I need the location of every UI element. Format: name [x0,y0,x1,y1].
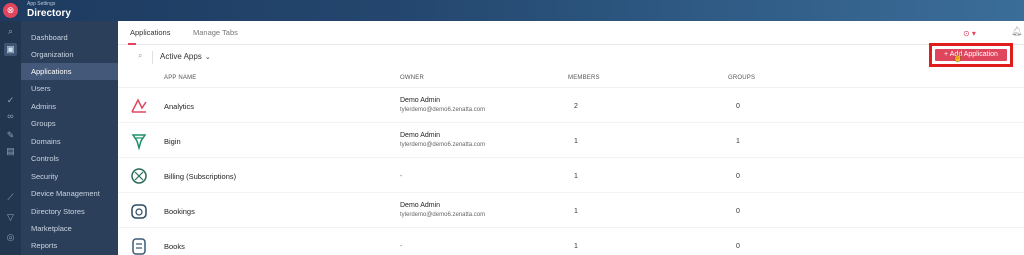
app-root: ⊗ App Settings Directory ⌕ ▣ ✓ ∞ ✎ ▤ ⟋ ▽… [0,0,1024,255]
apps-icon[interactable]: ▣ [4,43,17,56]
sidebar-item-dashboard[interactable]: Dashboard [21,29,118,46]
sidebar-item-applications[interactable]: Applications [21,63,118,80]
document-icon[interactable]: ✎ [4,129,17,142]
hand-cursor-icon: ☝ [953,53,963,62]
owner-name: Demo Admin [400,97,441,104]
sidebar-item-users[interactable]: Users [21,80,118,97]
groups-count: 0 [736,243,740,250]
table-header: APP NAME OWNER MEMBERS GROUPS [118,70,1024,88]
chevron-down-icon: ⌄ [204,54,211,61]
groups-count: 0 [736,208,740,215]
sidebar-item-marketplace[interactable]: Marketplace [21,220,118,237]
billing-icon [131,168,147,184]
link-icon[interactable]: ∞ [4,110,17,123]
table-row[interactable]: Bigin Demo Admin tylerdemo@demo6.zenatta… [118,123,1024,158]
main-panel: Applications Manage Tabs ⊙ ▾ 🔔︎ ⌕ Active… [118,21,1024,255]
owner-email: tylerdemo@demo6.zenatta.com [400,212,486,218]
sidebar-item-security[interactable]: Security [21,168,118,185]
sidebar-item-domains[interactable]: Domains [21,133,118,150]
filter-bar: ⌕ Active Apps ⌄ [118,45,1024,70]
members-count: 1 [574,208,578,215]
analytics-icon [131,98,147,113]
sidebar: Dashboard Organization Applications User… [21,21,118,255]
table-row[interactable]: Bookings Demo Admin tylerdemo@demo6.zena… [118,193,1024,228]
col-app-name: APP NAME [164,75,197,81]
col-groups: GROUPS [728,75,756,81]
icon-rail: ⌕ ▣ ✓ ∞ ✎ ▤ ⟋ ▽ ◎ [0,21,21,255]
add-application-button[interactable]: + Add Application [935,49,1007,61]
owner-name: Demo Admin [400,132,441,139]
active-apps-dropdown[interactable]: Active Apps ⌄ [160,52,211,61]
search-icon[interactable]: ⌕ [138,51,148,61]
members-count: 2 [574,103,578,110]
col-members: MEMBERS [568,75,600,81]
members-count: 1 [574,138,578,145]
sidebar-item-directory-stores[interactable]: Directory Stores [21,203,118,220]
sidebar-item-controls[interactable]: Controls [21,150,118,167]
top-banner: ⊗ App Settings Directory [0,0,1024,21]
bell-icon[interactable]: 🔔︎ [1011,26,1023,38]
members-count: 1 [574,243,578,250]
search-icon[interactable]: ⌕ [4,25,17,38]
col-owner: OWNER [400,75,424,81]
filter-divider [152,51,153,64]
tab-manage-tabs[interactable]: Manage Tabs [193,28,238,37]
table-row[interactable]: Billing (Subscriptions) - 1 0 [118,158,1024,193]
groups-count: 1 [736,138,740,145]
owner-email: tylerdemo@demo6.zenatta.com [400,107,486,113]
app-settings-label: App Settings [27,1,56,7]
owner-name: Demo Admin [400,202,441,209]
app-name: Books [164,242,185,251]
sidebar-item-groups[interactable]: Groups [21,115,118,132]
filter-icon[interactable]: ▽ [4,211,17,224]
books-icon [132,238,146,255]
check-icon[interactable]: ✓ [4,94,17,107]
groups-count: 0 [736,103,740,110]
owner-name: - [400,173,403,180]
members-count: 1 [574,173,578,180]
stores-icon[interactable]: ▤ [4,145,17,158]
tab-applications[interactable]: Applications [130,28,170,37]
sidebar-item-organization[interactable]: Organization [21,46,118,63]
zoho-logo-icon[interactable]: ⊗ [3,3,18,18]
app-name: Bookings [164,207,195,216]
owner-email: tylerdemo@demo6.zenatta.com [400,142,486,148]
bookings-icon [131,204,147,219]
app-name: Billing (Subscriptions) [164,172,237,181]
app-name: Bigin [164,137,181,146]
bigin-icon [131,134,147,150]
table-row[interactable]: Books - 1 0 [118,228,1024,255]
sidebar-item-reports[interactable]: Reports [21,237,118,254]
analytics-icon[interactable]: ⟋ [4,191,17,204]
shield-icon[interactable]: ◎ [4,231,17,244]
sidebar-item-admins[interactable]: Admins [21,98,118,115]
dropdown-value: Active Apps [160,52,202,61]
tab-bar: Applications Manage Tabs ⊙ ▾ 🔔︎ [118,21,1024,45]
app-name: Analytics [164,102,195,111]
table-row[interactable]: Analytics Demo Admin tylerdemo@demo6.zen… [118,88,1024,123]
directory-title: Directory [27,8,71,19]
groups-count: 0 [736,173,740,180]
sidebar-item-device-management[interactable]: Device Management [21,185,118,202]
play-dropdown-icon[interactable]: ⊙ ▾ [963,27,987,40]
owner-name: - [400,243,403,250]
